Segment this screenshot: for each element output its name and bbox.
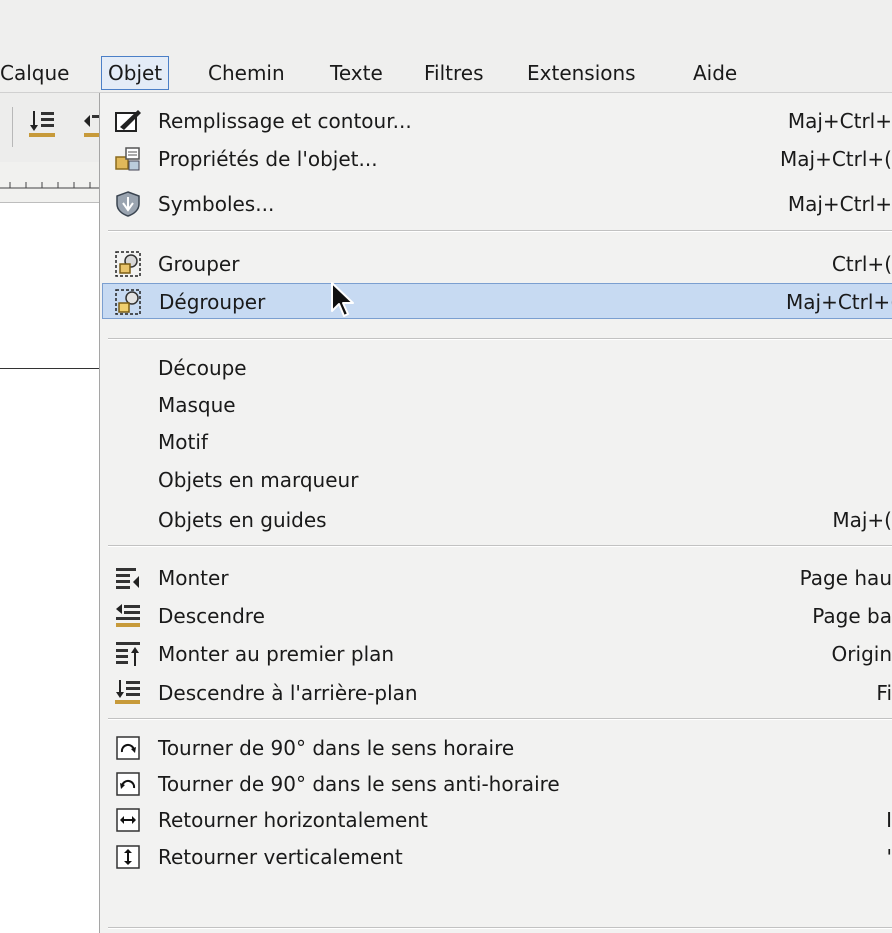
lower-to-bottom-icon xyxy=(115,680,140,704)
rotate-ccw-icon xyxy=(116,772,140,796)
menu-objet[interactable]: Objet xyxy=(101,56,170,90)
lower-icon xyxy=(116,604,140,627)
menu-item-mask[interactable]: Masque xyxy=(100,387,892,423)
ungroup-icon xyxy=(115,289,141,315)
symbols-icon xyxy=(116,191,140,217)
menu-item-object-properties[interactable]: Propriétés de l'objet... Maj+Ctrl+( xyxy=(100,141,892,177)
menu-item-rotate-ccw[interactable]: Tourner de 90° dans le sens anti-horaire xyxy=(100,766,892,802)
menu-item-raise-to-top[interactable]: Monter au premier plan Origin xyxy=(100,636,892,672)
menu-item-rotate-cw[interactable]: Tourner de 90° dans le sens horaire xyxy=(100,730,892,766)
horizontal-ruler[interactable] xyxy=(0,162,104,203)
fill-stroke-icon xyxy=(115,110,141,132)
menu-texte[interactable]: Texte xyxy=(324,56,389,90)
canvas-path[interactable] xyxy=(0,368,100,369)
menu-item-symbols[interactable]: Symboles... Maj+Ctrl+ xyxy=(100,186,892,222)
menu-separator xyxy=(108,718,892,720)
menu-separator xyxy=(108,927,892,929)
menu-item-group[interactable]: Grouper Ctrl+( xyxy=(100,246,892,282)
menu-item-objects-to-marker[interactable]: Objets en marqueur xyxy=(100,462,892,498)
group-icon xyxy=(115,251,141,277)
lower-to-bottom-icon[interactable] xyxy=(28,109,58,143)
menu-separator xyxy=(108,545,892,547)
menu-chemin[interactable]: Chemin xyxy=(202,56,291,90)
object-properties-icon xyxy=(115,147,140,171)
menu-calque[interactable]: Calque xyxy=(0,56,75,90)
menu-extensions[interactable]: Extensions xyxy=(521,56,642,90)
menu-item-pattern[interactable]: Motif xyxy=(100,424,892,460)
toolbar xyxy=(0,93,104,161)
menubar: Calque Objet Chemin Texte Filtres Extens… xyxy=(0,54,892,93)
menu-separator xyxy=(108,338,892,340)
menu-item-raise[interactable]: Monter Page hau xyxy=(100,560,892,596)
menu-item-ungroup[interactable]: Dégrouper Maj+Ctrl+( xyxy=(102,283,892,319)
menu-item-flip-vertical[interactable]: Retourner verticalement ' xyxy=(100,839,892,875)
rotate-cw-icon xyxy=(116,736,140,760)
menu-filtres[interactable]: Filtres xyxy=(418,56,490,90)
flip-vertical-icon xyxy=(116,845,140,869)
raise-icon xyxy=(116,568,139,589)
menu-item-fill-stroke[interactable]: Remplissage et contour... Maj+Ctrl+ xyxy=(100,103,892,139)
menu-item-flip-horizontal[interactable]: Retourner horizontalement I xyxy=(100,802,892,838)
menu-item-clip[interactable]: Découpe xyxy=(100,350,892,386)
raise-to-top-icon xyxy=(116,642,140,666)
objet-dropdown-menu: Remplissage et contour... Maj+Ctrl+ Prop… xyxy=(99,93,892,933)
menu-separator xyxy=(108,230,892,232)
menu-aide[interactable]: Aide xyxy=(687,56,743,90)
menu-item-lower[interactable]: Descendre Page ba xyxy=(100,598,892,634)
mouse-pointer-icon xyxy=(331,282,354,317)
drawing-canvas[interactable] xyxy=(0,203,104,933)
menu-item-objects-to-guides[interactable]: Objets en guides Maj+( xyxy=(100,502,892,538)
menu-item-lower-to-bottom[interactable]: Descendre à l'arrière-plan Fi xyxy=(100,675,892,711)
toolbar-separator xyxy=(12,107,13,147)
flip-horizontal-icon xyxy=(116,808,140,832)
title-area xyxy=(0,0,892,54)
